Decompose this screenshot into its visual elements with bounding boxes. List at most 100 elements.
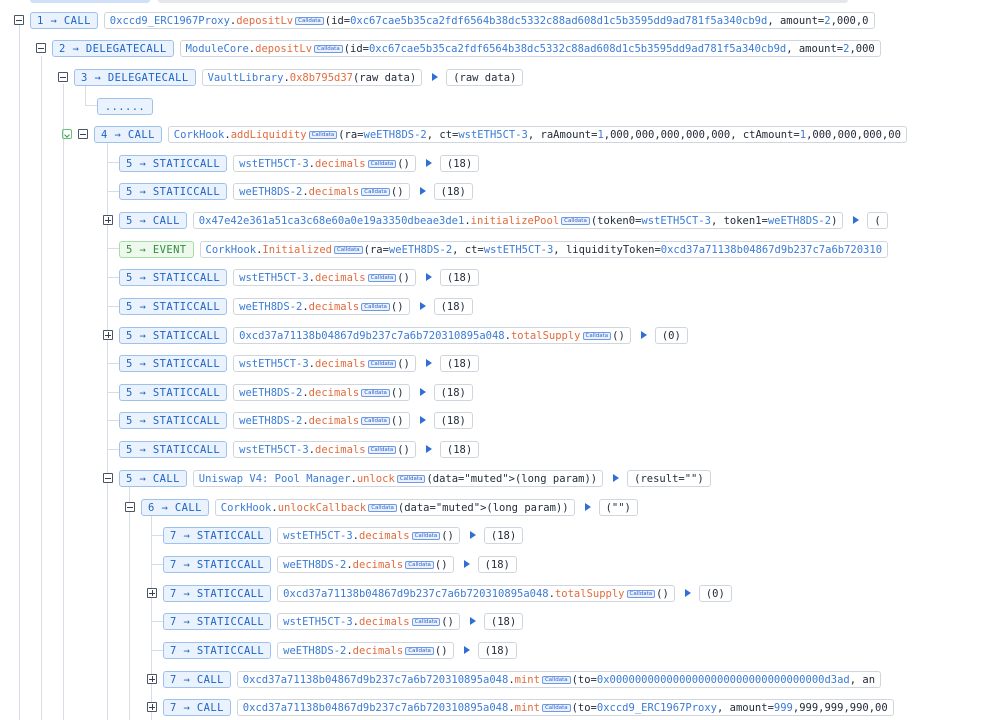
contract-link[interactable]: VaultLibrary <box>208 72 284 84</box>
trace-row[interactable]: 5 → STATICCALL wstETH5CT-3.decimals Calld… <box>119 267 480 287</box>
contract-link[interactable]: CorkHook <box>174 129 225 141</box>
collapsed-calls-button[interactable]: ...... <box>97 97 153 115</box>
call-signature[interactable]: ModuleCore.depositLv Calldata (id=0xc67cae… <box>179 39 881 57</box>
trace-row[interactable]: 5 → STATICCALL weETH8DS-2.decimals Callda… <box>119 410 473 430</box>
call-signature[interactable]: 0xccd9_ERC1967Proxy.depositLv Calldata (id… <box>103 11 875 29</box>
function-name[interactable]: totalSupply <box>511 330 581 342</box>
collapse-toggle[interactable] <box>78 129 88 139</box>
function-name[interactable]: mint <box>515 674 540 686</box>
calldata-badge[interactable]: Calldata <box>314 44 343 53</box>
contract-link[interactable]: weETH8DS-2 <box>239 186 302 198</box>
calldata-badge[interactable]: Calldata <box>367 445 397 454</box>
trace-row[interactable]: 7 → CALL 0xcd37a71138b04867d9b237c7a6b72… <box>147 669 882 689</box>
trace-row[interactable]: 5 → STATICCALL wstETH5CT-3.decimals Calld… <box>119 353 480 373</box>
call-signature[interactable]: wstETH5CT-3.decimals Calldata() <box>233 154 416 172</box>
expand-toggle[interactable] <box>103 215 113 225</box>
expand-result-icon[interactable] <box>613 474 620 482</box>
expand-result-icon[interactable] <box>425 273 432 281</box>
expand-result-icon[interactable] <box>425 445 432 453</box>
calldata-badge[interactable]: Calldata <box>411 617 441 626</box>
contract-link[interactable]: 0xccd9_ERC1967Proxy <box>110 15 230 27</box>
function-name[interactable]: depositLv <box>255 43 312 55</box>
function-name[interactable]: decimals <box>353 559 404 571</box>
call-type-badge[interactable]: 5 → STATICCALL <box>119 411 228 429</box>
call-type-badge[interactable]: 6 → CALL <box>141 498 209 516</box>
trace-row[interactable]: 5 → STATICCALL wstETH5CT-3.decimals Calld… <box>119 439 480 459</box>
contract-link[interactable]: weETH8DS-2 <box>239 387 302 399</box>
contract-link[interactable]: wstETH5CT-3 <box>283 530 353 542</box>
trace-row[interactable]: 3 → DELEGATECALL VaultLibrary.0x8b795d37… <box>58 67 524 87</box>
trace-row[interactable]: 5 → CALL 0x47e42e361a51ca3c68e60a0e19a33… <box>103 210 888 230</box>
trace-row[interactable]: 5 → CALL Uniswap V4: Pool Manager.unlock… <box>103 468 711 488</box>
function-name[interactable]: mint <box>515 702 540 714</box>
calldata-badge[interactable]: Calldata <box>361 416 390 425</box>
call-signature[interactable]: wstETH5CT-3.decimals Calldata() <box>277 612 460 630</box>
call-type-badge[interactable]: 7 → STATICCALL <box>163 612 272 630</box>
collapse-toggle[interactable] <box>125 502 135 512</box>
calldata-badge[interactable]: Calldata <box>561 216 590 225</box>
call-type-badge[interactable]: 5 → STATICCALL <box>119 383 228 401</box>
contract-link[interactable]: 0x47e42e361a51ca3c68e60a0e19a3350dbeae3d… <box>199 215 465 227</box>
contract-link[interactable]: weETH8DS-2 <box>239 301 302 313</box>
calldata-badge[interactable]: Calldata <box>361 187 390 196</box>
function-name[interactable]: decimals <box>309 186 360 198</box>
call-type-badge[interactable]: 7 → CALL <box>163 670 231 688</box>
expand-result-icon[interactable] <box>463 646 470 654</box>
contract-link[interactable]: wstETH5CT-3 <box>239 158 309 170</box>
call-type-badge[interactable]: 1 → CALL <box>30 11 98 29</box>
call-signature[interactable]: weETH8DS-2.decimals Calldata() <box>233 383 410 401</box>
calldata-badge[interactable]: Calldata <box>361 302 390 311</box>
call-signature[interactable]: weETH8DS-2.decimals Calldata() <box>233 297 410 315</box>
expand-result-icon[interactable] <box>425 159 432 167</box>
contract-link[interactable]: Uniswap V4: Pool Manager <box>199 473 351 485</box>
contract-link[interactable]: weETH8DS-2 <box>239 415 302 427</box>
call-signature[interactable]: wstETH5CT-3.decimals Calldata() <box>233 354 416 372</box>
contract-link[interactable]: wstETH5CT-3 <box>283 616 353 628</box>
calldata-badge[interactable]: Calldata <box>541 703 571 712</box>
expand-result-icon[interactable] <box>584 503 591 511</box>
function-name[interactable]: decimals <box>315 444 366 456</box>
contract-link[interactable]: 0xcd37a71138b04867d9b237c7a6b720310895a0… <box>283 588 549 600</box>
contract-link[interactable]: CorkHook <box>221 502 272 514</box>
call-signature[interactable]: wstETH5CT-3.decimals Calldata() <box>233 268 416 286</box>
call-type-badge[interactable]: 7 → STATICCALL <box>163 526 272 544</box>
trace-row[interactable]: 4 → CALL CorkHook.addLiquidity Calldata (r… <box>62 124 907 144</box>
trace-row[interactable]: 6 → CALL CorkHook.unlockCallback Calldata… <box>125 497 638 517</box>
function-name[interactable]: totalSupply <box>555 588 625 600</box>
call-type-badge[interactable]: 5 → CALL <box>119 469 187 487</box>
trace-row[interactable]: ...... <box>97 96 153 116</box>
calldata-badge[interactable]: Calldata <box>411 531 441 540</box>
function-name[interactable]: unlockCallback <box>278 502 367 514</box>
contract-link[interactable]: 0xcd37a71138b04867d9b237c7a6b720310895a0… <box>243 702 509 714</box>
calldata-badge[interactable]: Calldata <box>405 560 434 569</box>
function-name[interactable]: depositLv <box>236 15 293 27</box>
expand-toggle[interactable] <box>103 330 113 340</box>
event-name[interactable]: Initialized <box>262 244 332 256</box>
trace-row[interactable]: 7 → STATICCALL wstETH5CT-3.decimals Calld… <box>163 525 524 545</box>
trace-row[interactable]: 5 → STATICCALL weETH8DS-2.decimals Callda… <box>119 296 473 316</box>
call-type-badge[interactable]: 7 → STATICCALL <box>163 555 272 573</box>
expand-toggle[interactable] <box>147 702 157 712</box>
call-type-badge[interactable]: 5 → CALL <box>119 211 187 229</box>
calldata-badge[interactable]: Calldata <box>308 130 338 139</box>
event-type-badge[interactable]: 5 → EVENT <box>119 240 194 258</box>
call-signature[interactable]: 0xcd37a71138b04867d9b237c7a6b720310895a0… <box>277 584 675 602</box>
call-signature[interactable]: wstETH5CT-3.decimals Calldata() <box>233 440 416 458</box>
call-signature[interactable]: weETH8DS-2.decimals Calldata() <box>277 641 454 659</box>
function-name[interactable]: initializePool <box>471 215 560 227</box>
expand-toggle[interactable] <box>147 674 157 684</box>
call-type-badge[interactable]: 5 → STATICCALL <box>119 354 228 372</box>
calldata-badge[interactable]: Calldata <box>582 331 612 340</box>
contract-link[interactable]: wstETH5CT-3 <box>239 444 309 456</box>
function-name[interactable]: decimals <box>309 387 360 399</box>
function-name[interactable]: decimals <box>359 530 410 542</box>
trace-row[interactable]: 5 → STATICCALL wstETH5CT-3.decimals Calld… <box>119 153 480 173</box>
call-signature[interactable]: CorkHook.addLiquidity Calldata (ra=weETH8D… <box>167 125 907 143</box>
calldata-badge[interactable]: Calldata <box>396 474 426 483</box>
call-signature[interactable]: Uniswap V4: Pool Manager.unlock Calldata(… <box>192 469 604 487</box>
function-name[interactable]: decimals <box>315 358 366 370</box>
calldata-badge[interactable]: Calldata <box>541 675 571 684</box>
call-type-badge[interactable]: 4 → CALL <box>94 125 162 143</box>
function-name[interactable]: addLiquidity <box>231 129 307 141</box>
call-signature[interactable]: 0xcd37a71138b04867d9b237c7a6b720310895a0… <box>236 698 894 716</box>
